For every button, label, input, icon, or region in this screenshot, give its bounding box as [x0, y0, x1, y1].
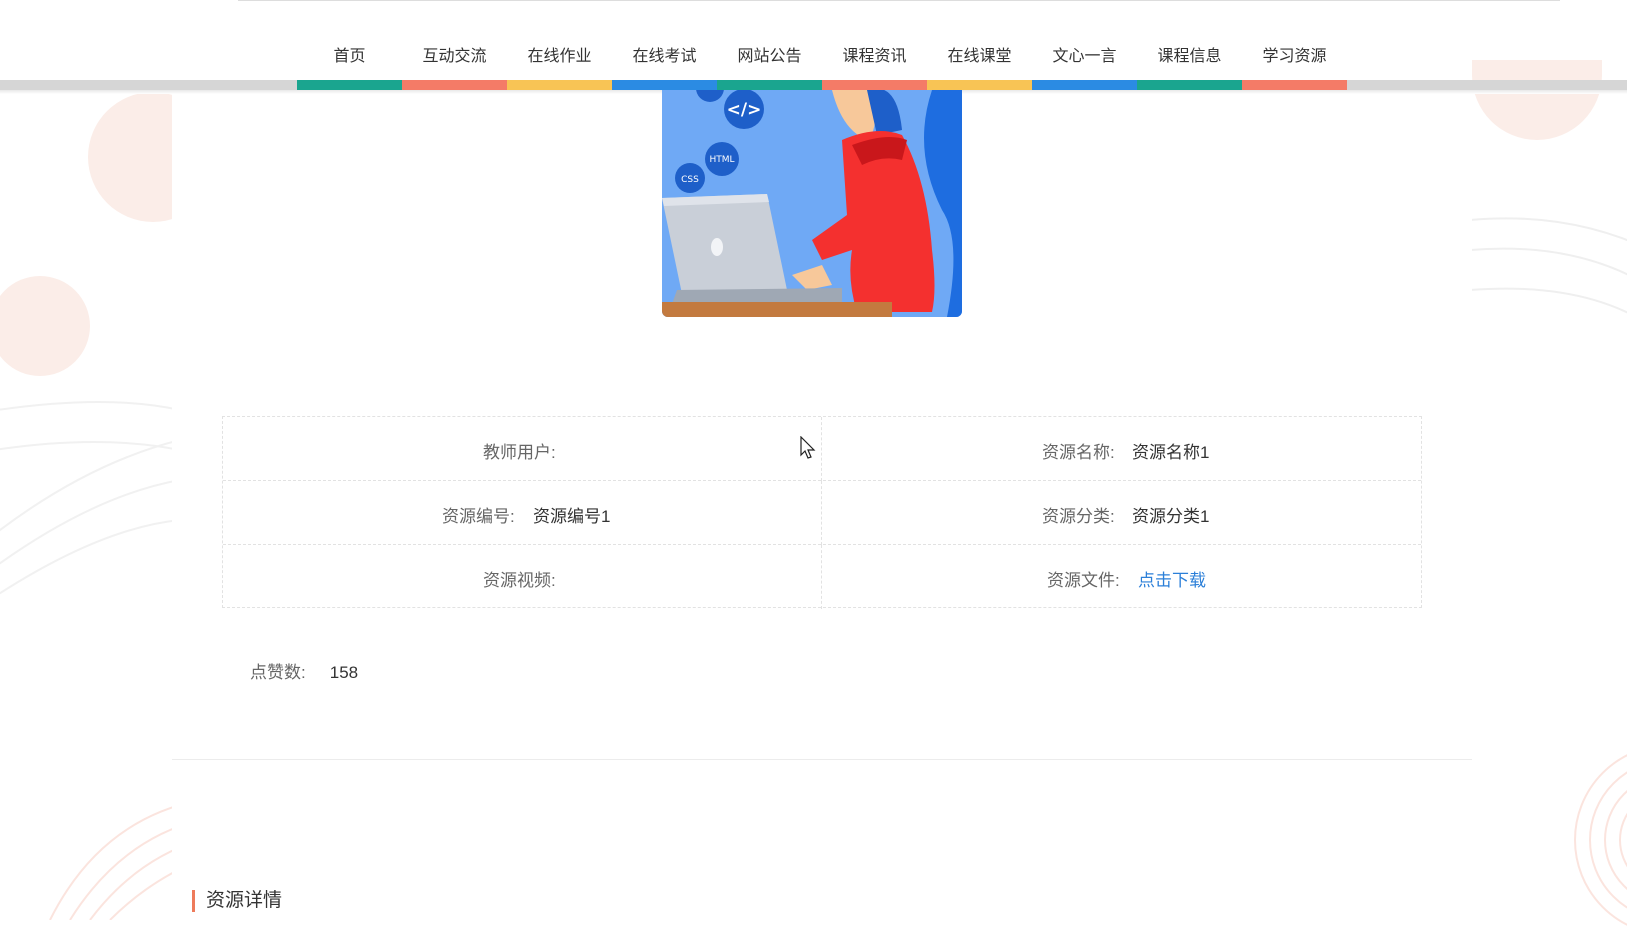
- code-icon-label: </>: [727, 100, 762, 120]
- resource-category-label: 资源分类:: [1042, 507, 1115, 526]
- nav-color-bar: [1032, 80, 1137, 90]
- css-icon-label: CSS: [681, 175, 699, 185]
- like-count-label: 点赞数:: [250, 663, 306, 682]
- resource-category-value: 资源分类1: [1132, 507, 1210, 526]
- resource-name-label: 资源名称:: [1042, 443, 1115, 462]
- nav-item-announcement[interactable]: 网站公告: [717, 30, 822, 90]
- html-icon-label: HTML: [709, 155, 734, 165]
- nav-item-online-class[interactable]: 在线课堂: [927, 30, 1032, 90]
- file-cell: 资源文件: 点击下载: [822, 545, 1421, 609]
- like-count-value: 158: [329, 663, 359, 682]
- nav-color-bar: [612, 80, 717, 90]
- decorative-arcs: [1574, 754, 1627, 926]
- code-cell: 资源编号: 资源编号1: [223, 481, 822, 545]
- nav-color-bar: [1242, 80, 1347, 90]
- resource-name-value: 资源名称1: [1132, 443, 1210, 462]
- resource-code-label: 资源编号:: [442, 507, 515, 526]
- nav-color-bar: [507, 80, 612, 90]
- resource-info-table: 教师用户: 资源名称: 资源名称1 资源编号: 资源编号1 资源分类: 资源分类…: [222, 416, 1422, 609]
- nav-item-homework[interactable]: 在线作业: [507, 30, 612, 90]
- nav-color-bar: [297, 80, 402, 90]
- name-cell: 资源名称: 资源名称1: [822, 417, 1421, 481]
- info-row: 教师用户: 资源名称: 资源名称1: [223, 417, 1421, 481]
- nav-item-course-news[interactable]: 课程资讯: [822, 30, 927, 90]
- nav-item-wenxin[interactable]: 文心一言: [1032, 30, 1137, 90]
- decorative-circle: [1472, 60, 1602, 140]
- resource-code-value: 资源编号1: [533, 507, 611, 526]
- like-count: 点赞数: 158: [250, 658, 358, 683]
- teacher-label: 教师用户:: [483, 443, 556, 462]
- nav-item-learning-resources[interactable]: 学习资源: [1242, 30, 1347, 90]
- nav-item-course-info[interactable]: 课程信息: [1137, 30, 1242, 90]
- nav-color-bar: [717, 80, 822, 90]
- decorative-arcs: [1470, 217, 1627, 314]
- nav-color-bar: [927, 80, 1032, 90]
- nav-color-bar: [402, 80, 507, 90]
- download-link[interactable]: 点击下载: [1138, 566, 1206, 591]
- nav-item-interaction[interactable]: 互动交流: [402, 30, 507, 90]
- top-divider: [238, 0, 1560, 1]
- nav-color-bar: [822, 80, 927, 90]
- decorative-arcs: [0, 401, 180, 595]
- developer-illustration: </> HTML CSS: [662, 90, 962, 317]
- teacher-cell: 教师用户:: [223, 417, 822, 481]
- video-cell: 资源视频:: [223, 545, 822, 609]
- main-nav: 首页 互动交流 在线作业 在线考试 网站公告 课程资讯 在线课堂 文心一言 课程…: [297, 30, 1347, 90]
- nav-item-exam[interactable]: 在线考试: [612, 30, 717, 90]
- resource-file-label: 资源文件:: [1047, 571, 1120, 590]
- decorative-circle: [0, 276, 90, 376]
- resource-video-label: 资源视频:: [483, 571, 556, 590]
- nav-color-bar: [1137, 80, 1242, 90]
- info-row: 资源编号: 资源编号1 资源分类: 资源分类1: [223, 481, 1421, 545]
- category-cell: 资源分类: 资源分类1: [822, 481, 1421, 545]
- section-divider: [172, 759, 1472, 760]
- resource-image: </> HTML CSS: [662, 90, 962, 317]
- info-row: 资源视频: 资源文件: 点击下载: [223, 545, 1421, 609]
- mouse-cursor-icon: [800, 436, 816, 459]
- nav-item-home[interactable]: 首页: [297, 30, 402, 90]
